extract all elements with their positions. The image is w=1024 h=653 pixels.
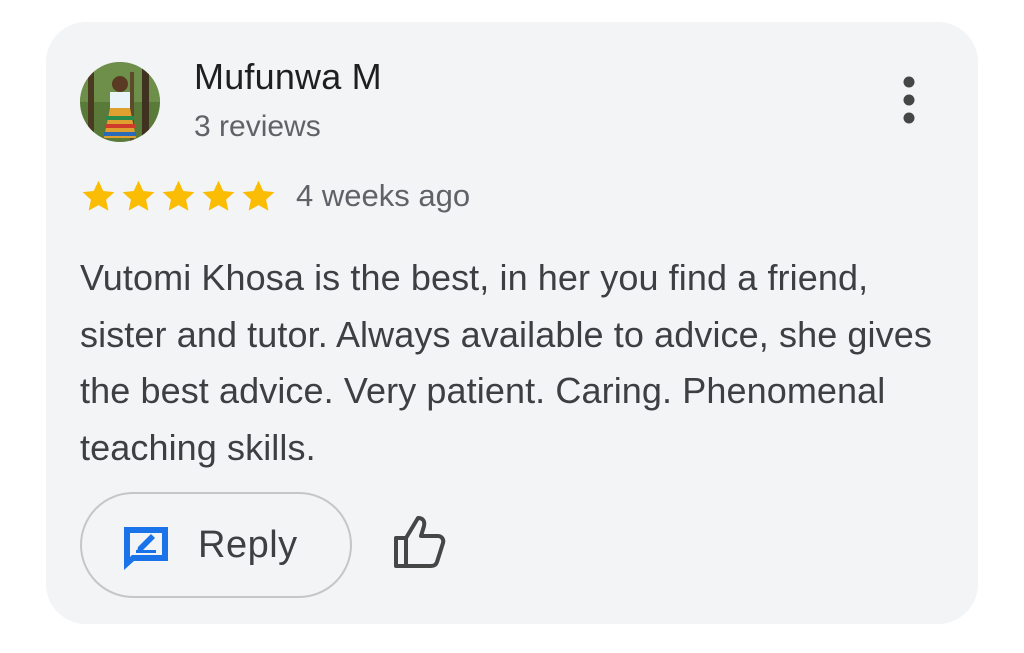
reply-label: Reply (198, 524, 298, 566)
review-card: Mufunwa M 3 reviews 4 weeks ago Vutomi K… (46, 22, 978, 624)
reply-edit-icon (120, 523, 172, 573)
reviewer-avatar[interactable] (80, 62, 160, 142)
star-rating (80, 176, 280, 216)
reviewer-review-count: 3 reviews (194, 110, 321, 143)
review-time: 4 weeks ago (296, 178, 471, 213)
like-button[interactable] (392, 512, 448, 572)
review-text: Vutomi Khosa is the best, in her you fin… (80, 257, 932, 468)
reply-button[interactable]: Reply (80, 492, 352, 598)
more-options-button[interactable] (886, 74, 932, 126)
avatar-photo (80, 62, 160, 142)
star-filled-icon (202, 180, 235, 211)
star-filled-icon (162, 180, 195, 211)
star-filled-icon (82, 180, 115, 211)
star-filled-icon (122, 180, 155, 211)
thumbs-up-icon (394, 516, 446, 568)
reviewer-name[interactable]: Mufunwa M (194, 56, 382, 98)
more-vert-icon (903, 76, 915, 124)
star-filled-icon (242, 180, 275, 211)
